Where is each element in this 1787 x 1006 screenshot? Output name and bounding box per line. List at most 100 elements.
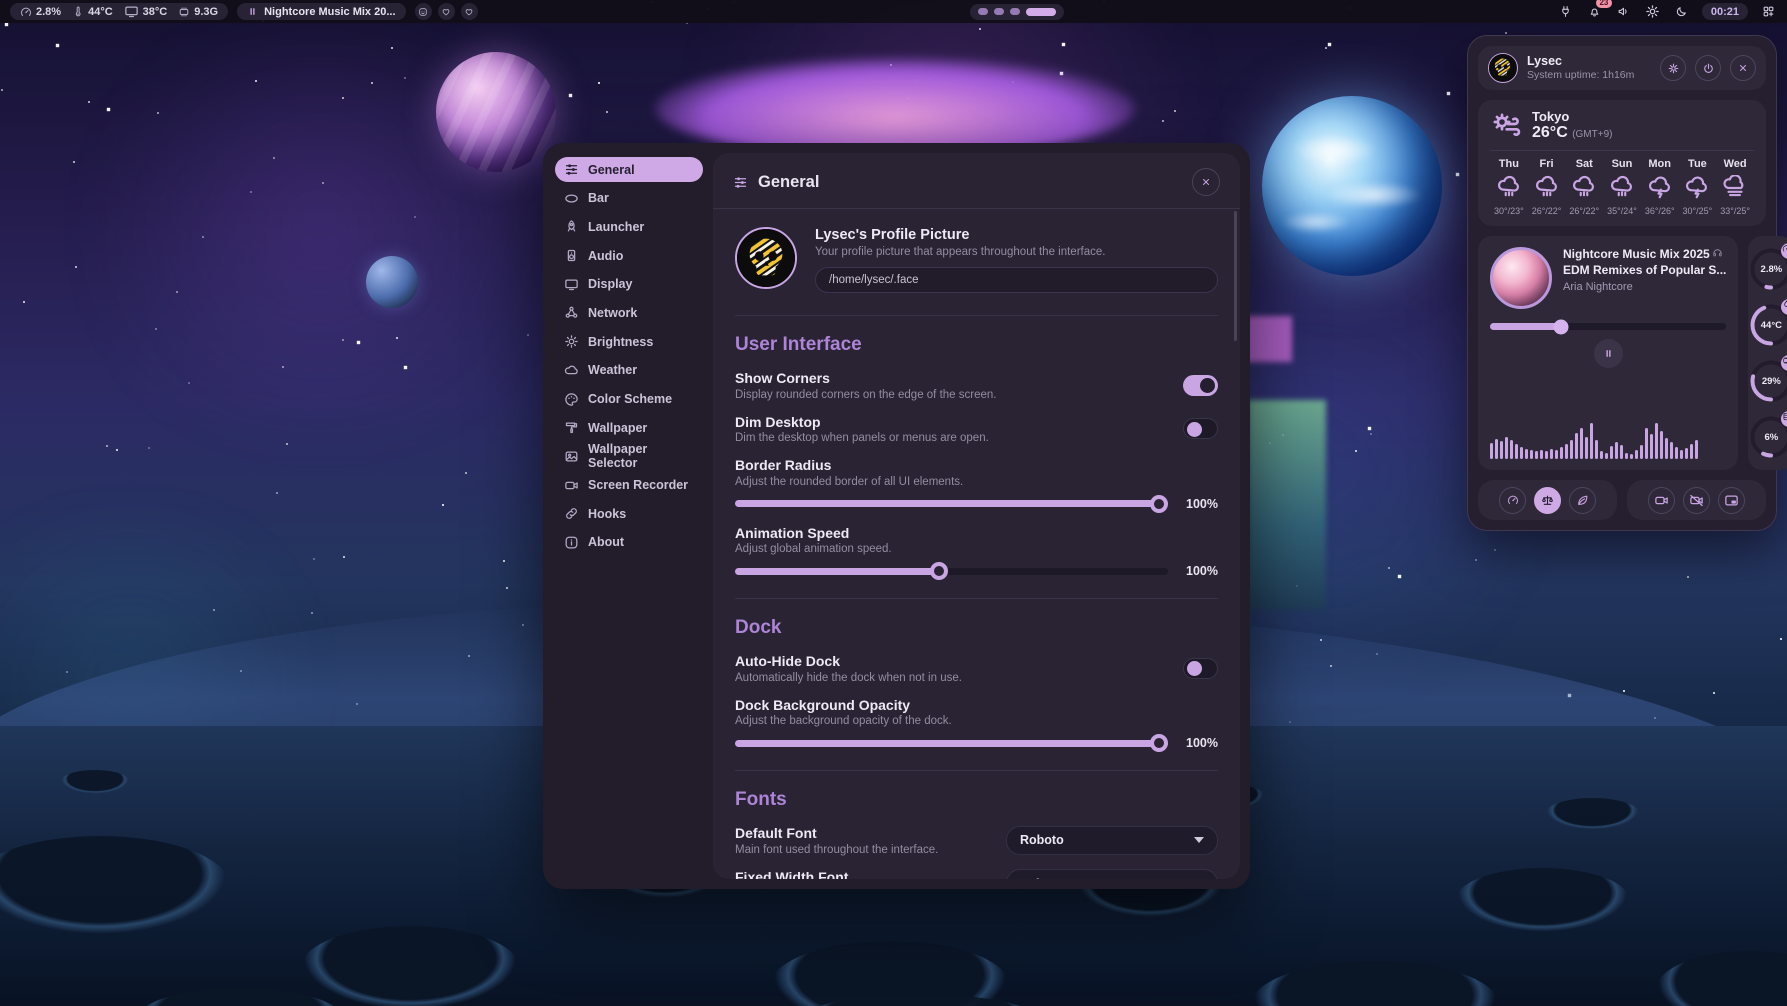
- auto-hide-dock-toggle[interactable]: [1183, 658, 1218, 679]
- close-button[interactable]: [1730, 55, 1756, 81]
- profile-gauge-button[interactable]: [1499, 487, 1526, 514]
- sidebar-item-wallpaper-selector[interactable]: Wallpaper Selector: [555, 444, 703, 469]
- sidebar-item-wallpaper[interactable]: Wallpaper: [555, 415, 703, 440]
- sidebar-item-display[interactable]: Display: [555, 272, 703, 297]
- workspace-indicator[interactable]: [970, 4, 1064, 20]
- profile-scales-button[interactable]: [1534, 487, 1561, 514]
- media-module[interactable]: Nightcore Music Mix 20...: [237, 3, 405, 20]
- sidebar-item-bar[interactable]: Bar: [555, 186, 703, 211]
- system-stats-module[interactable]: 2.8% 44°C 38°C 9.3G: [10, 3, 228, 20]
- rain-icon: [1528, 175, 1566, 201]
- album-art: [1490, 247, 1552, 309]
- visualizer-bar: [1600, 451, 1603, 459]
- weather-condition-icon: [1490, 110, 1522, 142]
- videocam-icon: [564, 478, 579, 493]
- sidebar-item-about[interactable]: About: [555, 530, 703, 555]
- profile-path-input[interactable]: [815, 267, 1218, 293]
- power-button[interactable]: [1695, 55, 1721, 81]
- visualizer-bar: [1490, 443, 1493, 459]
- brightness-icon[interactable]: [1644, 3, 1662, 21]
- workspace-active[interactable]: [1026, 8, 1056, 16]
- heart-button[interactable]: [438, 3, 455, 20]
- visualizer-bar: [1690, 444, 1693, 459]
- fixed-font-dropdown[interactable]: DejaVu Sans Mono: [1006, 869, 1218, 879]
- sidebar-item-color-scheme[interactable]: Color Scheme: [555, 387, 703, 412]
- display-icon: [124, 4, 139, 19]
- media-title: Nightcore Music Mix 2025: [1563, 247, 1726, 263]
- clock[interactable]: 00:21: [1702, 3, 1748, 20]
- visualizer-bar: [1550, 449, 1553, 459]
- workspace-dot[interactable]: [1010, 8, 1020, 15]
- visualizer-bar: [1605, 453, 1608, 459]
- rain-icon: [1490, 175, 1528, 201]
- forecast-day: Mon: [1641, 158, 1679, 170]
- setting-row-auto-hide-dock: Auto-Hide Dock Automatically hide the do…: [735, 653, 1218, 684]
- stat-thermo[interactable]: 44°C: [72, 6, 113, 18]
- gauge-icon: [20, 6, 32, 18]
- setting-row-default-font: Default Font Main font used throughout t…: [735, 825, 1218, 856]
- stat-memory[interactable]: 9.3G: [178, 6, 218, 18]
- utility-buttons: [1627, 480, 1766, 520]
- visualizer-bar: [1660, 431, 1663, 459]
- show-corners-toggle[interactable]: [1183, 375, 1218, 396]
- setting-row-show-corners: Show Corners Display rounded corners on …: [735, 370, 1218, 401]
- profile-desc: Your profile picture that appears throug…: [815, 246, 1218, 258]
- forecast-temps: 26°/22°: [1565, 206, 1603, 216]
- stat-gauge[interactable]: 2.8%: [20, 6, 61, 18]
- sidebar-item-screen-recorder[interactable]: Screen Recorder: [555, 473, 703, 498]
- profile-leaf-button[interactable]: [1569, 487, 1596, 514]
- crater: [1455, 868, 1630, 933]
- visualizer-bar: [1525, 449, 1528, 459]
- slider-value: 100%: [1180, 564, 1218, 578]
- volume-icon[interactable]: [1615, 3, 1633, 21]
- face-button[interactable]: [415, 3, 432, 20]
- videooff-button[interactable]: [1683, 487, 1710, 514]
- settings-button[interactable]: [1660, 55, 1686, 81]
- forecast-temps: 36°/26°: [1641, 206, 1679, 216]
- forecast-day: Sun: [1603, 158, 1641, 170]
- dock-opacity-slider[interactable]: [735, 740, 1168, 747]
- crater: [300, 926, 520, 1006]
- workspace-dot[interactable]: [978, 8, 988, 15]
- sidebar-item-launcher[interactable]: Launcher: [555, 214, 703, 239]
- default-font-dropdown[interactable]: Roboto: [1006, 826, 1218, 855]
- sidebar-item-audio[interactable]: Audio: [555, 243, 703, 268]
- scrollbar[interactable]: [1234, 211, 1237, 341]
- avatar[interactable]: [735, 227, 797, 289]
- sidebar-item-brightness[interactable]: Brightness: [555, 329, 703, 354]
- visualizer-bar: [1520, 447, 1523, 459]
- forecast-temps: 26°/22°: [1528, 206, 1566, 216]
- workspace-dot[interactable]: [994, 8, 1004, 15]
- sidebar-item-weather[interactable]: Weather: [555, 358, 703, 383]
- night-mode-icon[interactable]: [1673, 3, 1691, 21]
- sidebar-item-hooks[interactable]: Hooks: [555, 501, 703, 526]
- plug-icon[interactable]: [1557, 3, 1575, 21]
- setting-desc: Adjust the rounded border of all UI elem…: [735, 476, 1218, 488]
- animation-speed-slider[interactable]: [735, 568, 1168, 575]
- sidebar-item-general[interactable]: General: [555, 157, 703, 182]
- setting-label: Auto-Hide Dock: [735, 653, 962, 669]
- pip-button[interactable]: [1718, 487, 1745, 514]
- close-button[interactable]: [1192, 168, 1220, 196]
- apps-grid-icon[interactable]: [1759, 3, 1777, 21]
- media-player-widget: Nightcore Music Mix 2025 EDM Remixes of …: [1478, 236, 1738, 470]
- forecast-temps: 35°/24°: [1603, 206, 1641, 216]
- audio-visualizer: [1490, 415, 1726, 459]
- uptime-label: System uptime: 1h16m: [1527, 69, 1651, 82]
- heart-button[interactable]: [461, 3, 478, 20]
- visualizer-bar: [1505, 437, 1508, 459]
- bell-icon[interactable]: 23: [1586, 3, 1604, 21]
- weather-widget: Tokyo 26°C (GMT+9) ThuFriSatSunMonTueWed…: [1478, 100, 1766, 226]
- dim-desktop-toggle[interactable]: [1183, 418, 1218, 439]
- weather-forecast: ThuFriSatSunMonTueWed30°/23°26°/22°26°/2…: [1490, 158, 1754, 216]
- media-progress-slider[interactable]: [1490, 323, 1726, 330]
- section-title-user-interface: User Interface: [735, 334, 1218, 356]
- stat-display[interactable]: 38°C: [124, 4, 168, 19]
- forecast-day: Tue: [1679, 158, 1717, 170]
- sidebar-item-network[interactable]: Network: [555, 300, 703, 325]
- pause-button[interactable]: [1594, 339, 1623, 368]
- profile-title: Lysec's Profile Picture: [815, 227, 1218, 243]
- videocam-button[interactable]: [1648, 487, 1675, 514]
- quick-buttons: [415, 3, 478, 20]
- border-radius-slider[interactable]: [735, 500, 1168, 507]
